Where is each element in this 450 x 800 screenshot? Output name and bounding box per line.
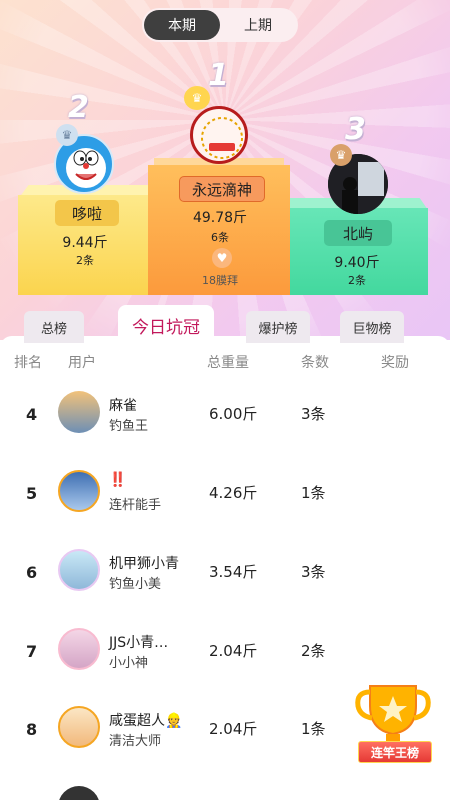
- row-rank: 6: [26, 563, 38, 582]
- second-weight: 9.44斤: [62, 235, 108, 251]
- current-period-tab[interactable]: 本期: [144, 10, 220, 40]
- table-row[interactable]: 5 ‼️ 连杆能手 4.26斤 1条: [0, 454, 450, 532]
- row-count: 1条: [301, 484, 326, 502]
- first-name[interactable]: 永远滴神: [179, 176, 265, 202]
- row-weight: 4.26斤: [209, 484, 258, 502]
- silver-crown-icon: ♛: [56, 124, 78, 146]
- table-row[interactable]: 6 机甲狮小青 钓鱼小美 3.54斤 3条: [0, 533, 450, 611]
- table-row[interactable]: 4 麻雀 钓鱼王 6.00斤 3条: [0, 375, 450, 453]
- rank-number-1: 1: [208, 58, 229, 93]
- user-name[interactable]: 咸蛋超人👷: [109, 710, 182, 730]
- row-count: 1条: [301, 720, 326, 738]
- user-name[interactable]: ‼️: [109, 472, 126, 488]
- header-count: 条数: [301, 355, 329, 371]
- ranking-tabs: 总榜 今日坑冠 爆护榜 巨物榜: [0, 305, 450, 345]
- header-rank: 排名: [14, 355, 42, 371]
- gold-crown-icon: ♛: [184, 86, 210, 110]
- user-avatar[interactable]: [58, 391, 100, 433]
- list-header: 排名 用户 总重量 条数 奖励: [0, 352, 450, 372]
- row-rank: 5: [26, 484, 38, 503]
- trophy-label[interactable]: 连竿王榜: [358, 741, 432, 763]
- user-name[interactable]: 麻雀: [109, 395, 137, 415]
- row-rank: 4: [26, 405, 38, 424]
- user-title: 连杆能手: [109, 498, 162, 513]
- header-reward: 奖励: [381, 355, 409, 371]
- first-likes: 18膜拜: [202, 274, 238, 287]
- third-weight: 9.40斤: [334, 255, 380, 271]
- bronze-crown-icon: ♛: [330, 144, 352, 166]
- third-name[interactable]: 北屿: [324, 220, 392, 246]
- header-weight: 总重量: [207, 355, 249, 371]
- rank-number-2: 2: [68, 90, 89, 125]
- row-rank: 8: [26, 720, 38, 739]
- tab-today[interactable]: 今日坑冠: [118, 305, 214, 345]
- user-avatar[interactable]: [58, 628, 100, 670]
- first-weight: 49.78斤: [192, 210, 248, 226]
- second-count: 2条: [76, 254, 94, 267]
- first-count: 6条: [211, 231, 229, 244]
- tab-overall[interactable]: 总榜: [24, 311, 84, 343]
- user-title: 清洁大师: [109, 734, 162, 749]
- avatar-first[interactable]: [190, 106, 248, 164]
- user-title: 钓鱼王: [109, 419, 149, 434]
- tab-giant[interactable]: 巨物榜: [340, 311, 404, 343]
- user-avatar[interactable]: [58, 706, 100, 748]
- rank-number-3: 3: [345, 112, 366, 147]
- row-weight: 6.00斤: [209, 405, 258, 423]
- user-avatar[interactable]: [58, 470, 100, 512]
- table-row[interactable]: 7 JJS小青… 小小神 2.04斤 2条: [0, 612, 450, 690]
- previous-period-tab[interactable]: 上期: [220, 10, 296, 40]
- row-count: 3条: [301, 563, 326, 581]
- row-weight: 2.04斤: [209, 642, 258, 660]
- user-title: 小小神: [109, 656, 149, 671]
- row-weight: 2.04斤: [209, 720, 258, 738]
- user-name[interactable]: JJS小青…: [109, 632, 168, 652]
- user-avatar[interactable]: [58, 549, 100, 591]
- row-count: 2条: [301, 642, 326, 660]
- heart-icon[interactable]: ♥: [212, 248, 232, 268]
- user-avatar[interactable]: [58, 786, 100, 800]
- row-rank: 7: [26, 642, 38, 661]
- user-title: 钓鱼小美: [109, 577, 162, 592]
- third-count: 2条: [348, 274, 366, 287]
- row-weight: 3.54斤: [209, 563, 258, 581]
- table-row[interactable]: [0, 770, 450, 800]
- row-count: 3条: [301, 405, 326, 423]
- tab-explode[interactable]: 爆护榜: [246, 311, 310, 343]
- second-name[interactable]: 哆啦: [55, 200, 119, 226]
- user-name[interactable]: 机甲狮小青: [109, 553, 179, 573]
- header-user: 用户: [68, 355, 96, 371]
- period-toggle: 本期 上期: [142, 8, 298, 42]
